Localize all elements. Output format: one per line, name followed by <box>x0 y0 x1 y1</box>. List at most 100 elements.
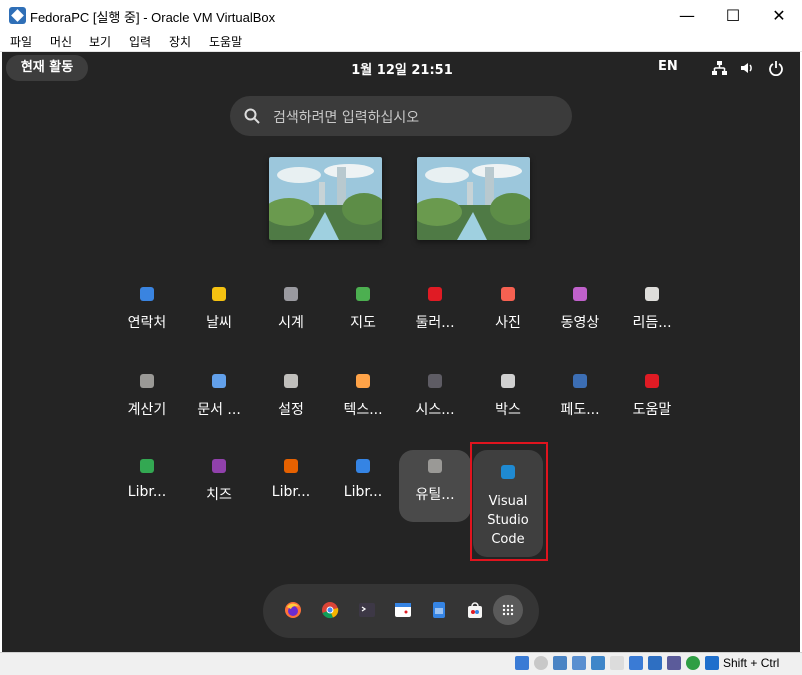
display-icon[interactable] <box>629 656 643 670</box>
app-clock[interactable]: 시계 <box>255 278 327 350</box>
app-label: 둘러... <box>415 315 455 331</box>
app-label: Libr... <box>343 484 383 500</box>
app-label: 사진 <box>495 315 521 331</box>
power-icon[interactable] <box>768 60 784 76</box>
help-lifebuoy-icon <box>645 374 659 388</box>
app-libreoffice-impress[interactable]: Libr... <box>255 450 327 522</box>
app-grid-icon <box>502 604 514 616</box>
terminal-icon[interactable] <box>358 601 376 619</box>
files-icon[interactable] <box>430 601 448 619</box>
search-icon <box>244 108 260 124</box>
weather-icon <box>212 287 226 301</box>
settings-gear-icon <box>284 374 298 388</box>
app-cheese[interactable]: 치즈 <box>183 450 255 522</box>
app-system-monitor[interactable]: 시스... <box>399 365 471 437</box>
app-weather[interactable]: 날씨 <box>183 278 255 350</box>
host-key-combo: Shift + Ctrl <box>723 656 780 670</box>
app-document-viewer[interactable]: 문서 ... <box>183 365 255 437</box>
close-button[interactable]: ✕ <box>756 0 802 31</box>
tour-icon <box>428 287 442 301</box>
clock-icon <box>284 287 298 301</box>
app-rhythmbox[interactable]: 리듬... <box>616 278 688 350</box>
show-apps-button[interactable] <box>493 595 523 625</box>
fedora-media-writer-icon <box>573 374 587 388</box>
clock[interactable]: 1월 12일 21:51 <box>332 59 472 78</box>
network-icon[interactable] <box>711 60 727 76</box>
network-adapter-icon[interactable] <box>572 656 586 670</box>
search-box[interactable]: 검색하려면 입력하십시오 <box>230 96 572 136</box>
app-label: 연락처 <box>127 315 167 331</box>
app-label: 리듬... <box>632 315 672 331</box>
app-label: 동영상 <box>560 315 600 331</box>
activities-button[interactable]: 현재 활동 <box>6 55 88 81</box>
app-videos[interactable]: 동영상 <box>544 278 616 350</box>
workspace-thumbnail-2[interactable] <box>417 157 530 240</box>
shared-folders-icon[interactable] <box>610 656 624 670</box>
app-tour[interactable]: 둘러... <box>399 278 471 350</box>
libreoffice-impress-icon <box>284 459 298 473</box>
app-label: 지도 <box>350 315 376 331</box>
usb-icon[interactable] <box>591 656 605 670</box>
app-photos[interactable]: 사진 <box>472 278 544 350</box>
contacts-icon <box>140 287 154 301</box>
menu-view[interactable]: 보기 <box>89 33 111 50</box>
app-label: 도움말 <box>632 402 672 418</box>
app-fedora-media-writer[interactable]: 페도... <box>544 365 616 437</box>
app-utilities-folder[interactable]: 유틸... <box>399 450 471 522</box>
search-placeholder: 검색하려면 입력하십시오 <box>273 110 420 126</box>
software-icon[interactable] <box>466 601 484 619</box>
workspace-thumbnail-1[interactable] <box>269 157 382 240</box>
vm-status-bar: Shift + Ctrl <box>0 652 802 675</box>
cheese-icon <box>212 459 226 473</box>
app-contacts[interactable]: 연락처 <box>111 278 183 350</box>
app-text-editor[interactable]: 텍스... <box>327 365 399 437</box>
maps-icon <box>356 287 370 301</box>
maximize-button[interactable]: ☐ <box>710 0 756 31</box>
libreoffice-writer-icon <box>356 459 370 473</box>
app-label: 유틸... <box>415 487 455 503</box>
app-boxes[interactable]: 박스 <box>472 365 544 437</box>
firefox-icon[interactable] <box>284 601 302 619</box>
calculator-icon <box>140 374 154 388</box>
input-language[interactable]: EN <box>658 59 678 74</box>
window-titlebar: FedoraPC [실행 중] - Oracle VM VirtualBox —… <box>0 0 802 31</box>
audio-icon[interactable] <box>553 656 567 670</box>
app-settings-gear[interactable]: 설정 <box>255 365 327 437</box>
selection-highlight <box>470 442 548 561</box>
app-help-lifebuoy[interactable]: 도움말 <box>616 365 688 437</box>
app-calculator[interactable]: 계산기 <box>111 365 183 437</box>
volume-icon[interactable] <box>739 60 755 76</box>
menu-devices[interactable]: 장치 <box>169 33 191 50</box>
menu-file[interactable]: 파일 <box>10 33 32 50</box>
menu-input[interactable]: 입력 <box>129 33 151 50</box>
app-label: 박스 <box>495 402 521 418</box>
document-viewer-icon <box>212 374 226 388</box>
app-maps[interactable]: 지도 <box>327 278 399 350</box>
app-libreoffice-writer[interactable]: Libr... <box>327 450 399 522</box>
app-label: 날씨 <box>206 315 232 331</box>
app-label: 시계 <box>278 315 304 331</box>
utilities-folder-icon <box>428 459 442 473</box>
libreoffice-calc-icon <box>140 459 154 473</box>
text-editor-icon <box>356 374 370 388</box>
menu-bar: 파일 머신 보기 입력 장치 도움말 <box>0 31 802 52</box>
video-capture-icon[interactable] <box>648 656 662 670</box>
minimize-button[interactable]: — <box>664 0 710 31</box>
guest-additions-icon[interactable] <box>686 656 700 670</box>
host-key-icon[interactable] <box>705 656 719 670</box>
app-label: 텍스... <box>343 402 383 418</box>
optical-drive-icon[interactable] <box>534 656 548 670</box>
calendar-icon[interactable] <box>394 601 412 619</box>
guest-screen: 현재 활동 1월 12일 21:51 EN 검색하려면 입력하십시오 연락처 날… <box>2 52 800 652</box>
hard-disk-icon[interactable] <box>515 656 529 670</box>
virtualbox-icon <box>9 7 26 24</box>
menu-help[interactable]: 도움말 <box>209 33 242 50</box>
menu-machine[interactable]: 머신 <box>50 33 72 50</box>
app-label: 치즈 <box>206 487 232 503</box>
cpu-icon[interactable] <box>667 656 681 670</box>
chrome-icon[interactable] <box>321 601 339 619</box>
app-libreoffice-calc[interactable]: Libr... <box>111 450 183 522</box>
app-label: Libr... <box>271 484 311 500</box>
app-label: 문서 ... <box>197 402 241 418</box>
videos-icon <box>573 287 587 301</box>
